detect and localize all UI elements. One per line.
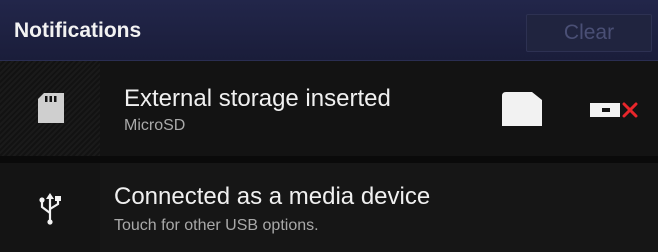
sd-card-icon: [38, 93, 64, 123]
usb-icon: [38, 193, 62, 225]
folder-icon[interactable]: [502, 92, 542, 126]
unmount-icon[interactable]: [590, 101, 646, 119]
notification-usb-connection[interactable]: Connected as a media device Touch for ot…: [0, 163, 658, 252]
notification-title: External storage inserted: [124, 85, 391, 112]
header-title: Notifications: [14, 19, 142, 42]
notification-subtitle: MicroSD: [124, 117, 186, 134]
notification-header: Notifications Clear: [0, 0, 658, 61]
notification-subtitle: Touch for other USB options.: [114, 217, 319, 234]
notification-title: Connected as a media device: [114, 183, 431, 210]
row-divider: [0, 156, 658, 163]
notification-icon-cell: [0, 163, 100, 252]
notification-panel: Notifications Clear External storage ins…: [0, 0, 658, 252]
notification-icon-cell: [0, 61, 100, 156]
notification-external-storage[interactable]: External storage inserted MicroSD: [0, 61, 658, 156]
clear-button[interactable]: Clear: [526, 14, 652, 52]
